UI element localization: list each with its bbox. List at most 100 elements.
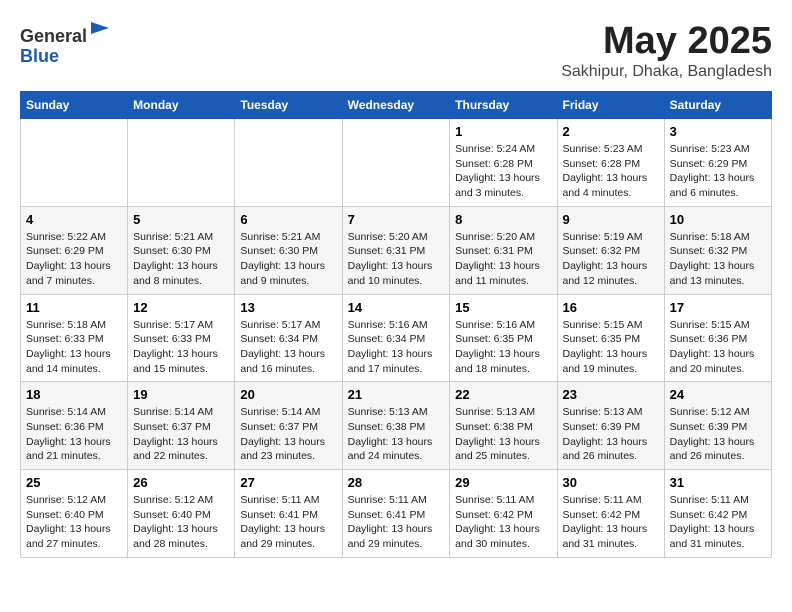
day-info: Sunrise: 5:17 AM Sunset: 6:34 PM Dayligh… xyxy=(240,318,336,377)
day-number: 27 xyxy=(240,475,336,490)
day-number: 30 xyxy=(563,475,659,490)
day-info: Sunrise: 5:14 AM Sunset: 6:37 PM Dayligh… xyxy=(133,405,229,464)
day-number: 28 xyxy=(348,475,445,490)
calendar-cell: 26 Sunrise: 5:12 AM Sunset: 6:40 PM Dayli… xyxy=(128,470,235,558)
calendar-cell xyxy=(235,119,342,207)
day-number: 7 xyxy=(348,212,445,227)
day-number: 17 xyxy=(670,300,766,315)
calendar-week-5: 25 Sunrise: 5:12 AM Sunset: 6:40 PM Dayli… xyxy=(21,470,772,558)
day-number: 20 xyxy=(240,387,336,402)
day-info: Sunrise: 5:13 AM Sunset: 6:38 PM Dayligh… xyxy=(348,405,445,464)
day-number: 29 xyxy=(455,475,551,490)
day-info: Sunrise: 5:20 AM Sunset: 6:31 PM Dayligh… xyxy=(455,230,551,289)
calendar-cell: 30 Sunrise: 5:11 AM Sunset: 6:42 PM Dayli… xyxy=(557,470,664,558)
calendar-cell: 3Sunrise: 5:23 AM Sunset: 6:29 PM Daylig… xyxy=(664,119,771,207)
calendar-cell: 6 Sunrise: 5:21 AM Sunset: 6:30 PM Daylig… xyxy=(235,206,342,294)
day-number: 6 xyxy=(240,212,336,227)
day-number: 22 xyxy=(455,387,551,402)
calendar-cell: 27 Sunrise: 5:11 AM Sunset: 6:41 PM Dayli… xyxy=(235,470,342,558)
day-info: Sunrise: 5:11 AM Sunset: 6:41 PM Dayligh… xyxy=(240,493,336,552)
day-info: Sunrise: 5:21 AM Sunset: 6:30 PM Dayligh… xyxy=(133,230,229,289)
location: Sakhipur, Dhaka, Bangladesh xyxy=(561,63,772,81)
calendar-cell: 18 Sunrise: 5:14 AM Sunset: 6:36 PM Dayli… xyxy=(21,382,128,470)
calendar-cell xyxy=(128,119,235,207)
calendar-cell: 9 Sunrise: 5:19 AM Sunset: 6:32 PM Daylig… xyxy=(557,206,664,294)
day-number: 5 xyxy=(133,212,229,227)
calendar-table: SundayMondayTuesdayWednesdayThursdayFrid… xyxy=(20,91,772,558)
calendar-cell: 13 Sunrise: 5:17 AM Sunset: 6:34 PM Dayli… xyxy=(235,294,342,382)
day-info: Sunrise: 5:15 AM Sunset: 6:36 PM Dayligh… xyxy=(670,318,766,377)
calendar-cell: 1Sunrise: 5:24 AM Sunset: 6:28 PM Daylig… xyxy=(450,119,557,207)
day-number: 1 xyxy=(455,124,551,139)
day-number: 23 xyxy=(563,387,659,402)
calendar-cell: 29 Sunrise: 5:11 AM Sunset: 6:42 PM Dayli… xyxy=(450,470,557,558)
day-number: 16 xyxy=(563,300,659,315)
day-number: 11 xyxy=(26,300,122,315)
day-number: 21 xyxy=(348,387,445,402)
day-info: Sunrise: 5:16 AM Sunset: 6:34 PM Dayligh… xyxy=(348,318,445,377)
day-number: 4 xyxy=(26,212,122,227)
calendar-cell: 16 Sunrise: 5:15 AM Sunset: 6:35 PM Dayli… xyxy=(557,294,664,382)
day-info: Sunrise: 5:12 AM Sunset: 6:40 PM Dayligh… xyxy=(26,493,122,552)
calendar-header-row: SundayMondayTuesdayWednesdayThursdayFrid… xyxy=(21,92,772,119)
day-info: Sunrise: 5:19 AM Sunset: 6:32 PM Dayligh… xyxy=(563,230,659,289)
calendar-cell: 23Sunrise: 5:13 AM Sunset: 6:39 PM Dayli… xyxy=(557,382,664,470)
day-number: 3 xyxy=(670,124,766,139)
day-number: 24 xyxy=(670,387,766,402)
day-number: 10 xyxy=(670,212,766,227)
calendar-cell: 28Sunrise: 5:11 AM Sunset: 6:41 PM Dayli… xyxy=(342,470,450,558)
day-info: Sunrise: 5:12 AM Sunset: 6:40 PM Dayligh… xyxy=(133,493,229,552)
calendar-cell: 14Sunrise: 5:16 AM Sunset: 6:34 PM Dayli… xyxy=(342,294,450,382)
col-header-wednesday: Wednesday xyxy=(342,92,450,119)
day-number: 18 xyxy=(26,387,122,402)
calendar-week-3: 11 Sunrise: 5:18 AM Sunset: 6:33 PM Dayli… xyxy=(21,294,772,382)
day-info: Sunrise: 5:21 AM Sunset: 6:30 PM Dayligh… xyxy=(240,230,336,289)
day-number: 15 xyxy=(455,300,551,315)
calendar-cell: 12Sunrise: 5:17 AM Sunset: 6:33 PM Dayli… xyxy=(128,294,235,382)
day-number: 13 xyxy=(240,300,336,315)
day-number: 9 xyxy=(563,212,659,227)
day-number: 26 xyxy=(133,475,229,490)
day-number: 2 xyxy=(563,124,659,139)
calendar-cell: 11 Sunrise: 5:18 AM Sunset: 6:33 PM Dayli… xyxy=(21,294,128,382)
calendar-cell: 5 Sunrise: 5:21 AM Sunset: 6:30 PM Daylig… xyxy=(128,206,235,294)
day-info: Sunrise: 5:16 AM Sunset: 6:35 PM Dayligh… xyxy=(455,318,551,377)
calendar-cell: 20 Sunrise: 5:14 AM Sunset: 6:37 PM Dayli… xyxy=(235,382,342,470)
logo-general-text: General xyxy=(20,26,87,46)
day-info: Sunrise: 5:14 AM Sunset: 6:36 PM Dayligh… xyxy=(26,405,122,464)
calendar-cell: 19 Sunrise: 5:14 AM Sunset: 6:37 PM Dayli… xyxy=(128,382,235,470)
col-header-friday: Friday xyxy=(557,92,664,119)
day-number: 25 xyxy=(26,475,122,490)
calendar-cell: 31Sunrise: 5:11 AM Sunset: 6:42 PM Dayli… xyxy=(664,470,771,558)
calendar-cell xyxy=(21,119,128,207)
day-number: 8 xyxy=(455,212,551,227)
logo-blue-text: Blue xyxy=(20,46,59,66)
calendar-cell: 2Sunrise: 5:23 AM Sunset: 6:28 PM Daylig… xyxy=(557,119,664,207)
day-number: 19 xyxy=(133,387,229,402)
day-info: Sunrise: 5:11 AM Sunset: 6:42 PM Dayligh… xyxy=(455,493,551,552)
day-info: Sunrise: 5:11 AM Sunset: 6:42 PM Dayligh… xyxy=(563,493,659,552)
month-title: May 2025 xyxy=(561,20,772,63)
day-info: Sunrise: 5:11 AM Sunset: 6:42 PM Dayligh… xyxy=(670,493,766,552)
page-header: General Blue May 2025 Sakhipur, Dhaka, B… xyxy=(20,20,772,81)
day-info: Sunrise: 5:22 AM Sunset: 6:29 PM Dayligh… xyxy=(26,230,122,289)
calendar-week-2: 4 Sunrise: 5:22 AM Sunset: 6:29 PM Daylig… xyxy=(21,206,772,294)
calendar-cell: 8 Sunrise: 5:20 AM Sunset: 6:31 PM Daylig… xyxy=(450,206,557,294)
col-header-sunday: Sunday xyxy=(21,92,128,119)
day-info: Sunrise: 5:12 AM Sunset: 6:39 PM Dayligh… xyxy=(670,405,766,464)
day-info: Sunrise: 5:13 AM Sunset: 6:38 PM Dayligh… xyxy=(455,405,551,464)
day-info: Sunrise: 5:14 AM Sunset: 6:37 PM Dayligh… xyxy=(240,405,336,464)
day-info: Sunrise: 5:18 AM Sunset: 6:33 PM Dayligh… xyxy=(26,318,122,377)
calendar-cell: 17 Sunrise: 5:15 AM Sunset: 6:36 PM Dayli… xyxy=(664,294,771,382)
logo: General Blue xyxy=(20,20,111,67)
calendar-cell: 24 Sunrise: 5:12 AM Sunset: 6:39 PM Dayli… xyxy=(664,382,771,470)
col-header-tuesday: Tuesday xyxy=(235,92,342,119)
title-block: May 2025 Sakhipur, Dhaka, Bangladesh xyxy=(561,20,772,81)
col-header-thursday: Thursday xyxy=(450,92,557,119)
day-info: Sunrise: 5:15 AM Sunset: 6:35 PM Dayligh… xyxy=(563,318,659,377)
calendar-cell: 21 Sunrise: 5:13 AM Sunset: 6:38 PM Dayli… xyxy=(342,382,450,470)
calendar-week-4: 18 Sunrise: 5:14 AM Sunset: 6:36 PM Dayli… xyxy=(21,382,772,470)
calendar-cell xyxy=(342,119,450,207)
calendar-cell: 22 Sunrise: 5:13 AM Sunset: 6:38 PM Dayli… xyxy=(450,382,557,470)
day-info: Sunrise: 5:20 AM Sunset: 6:31 PM Dayligh… xyxy=(348,230,445,289)
